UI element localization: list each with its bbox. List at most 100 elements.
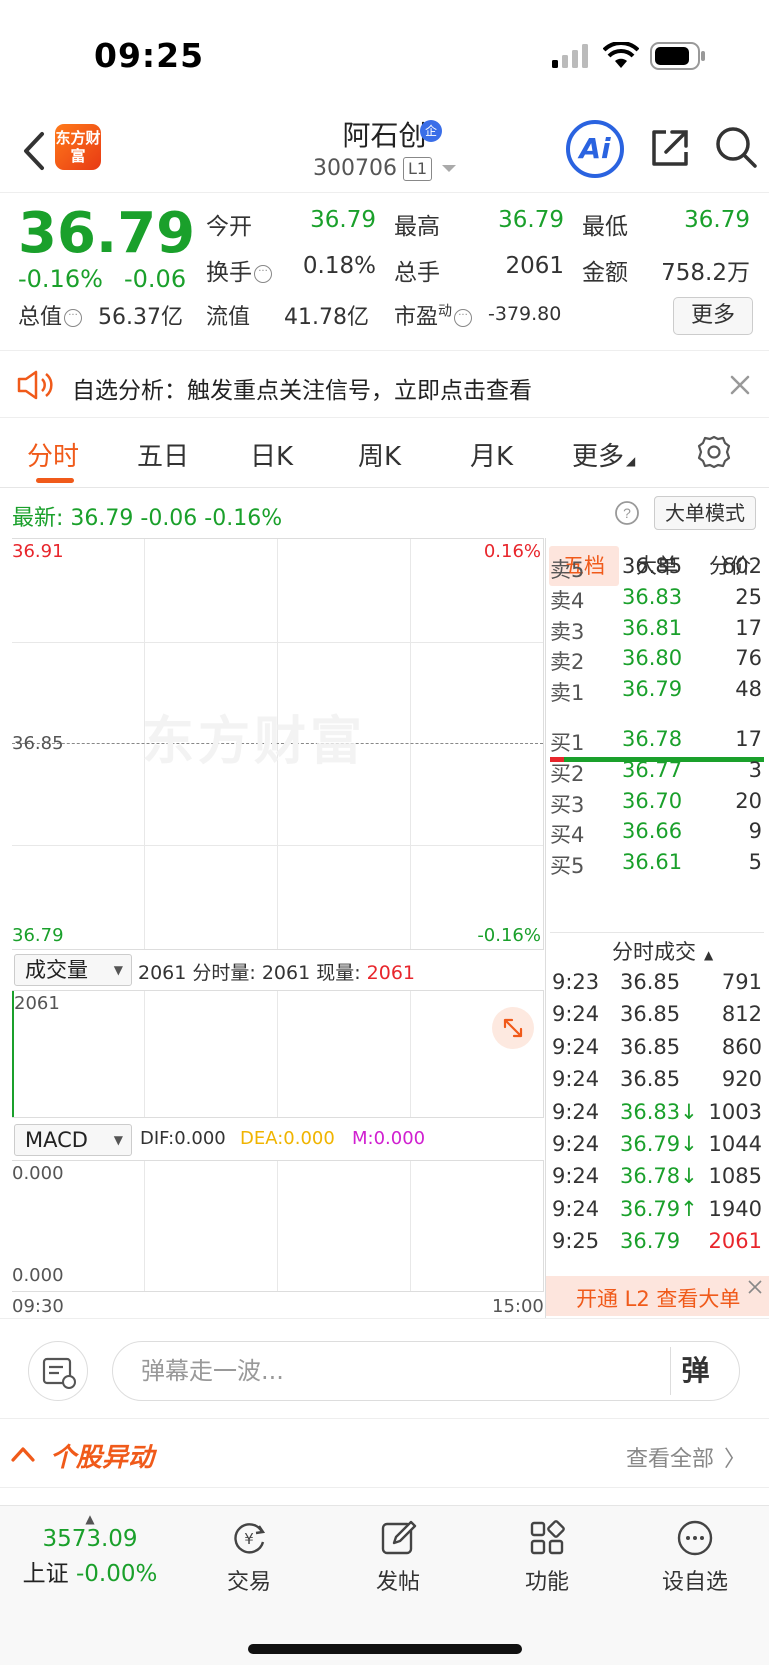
buy-order-row: 买1 36.78 17 xyxy=(550,725,764,757)
stock-code: 300706 xyxy=(312,156,397,181)
price-axis-bottom: 36.79 xyxy=(12,925,64,946)
grid-line xyxy=(12,845,543,846)
home-indicator xyxy=(248,1644,522,1654)
indicator-selector-macd[interactable]: MACD ▼ xyxy=(14,1124,132,1156)
tick-volume: 812 xyxy=(721,1002,762,1027)
order-price: 36.81 xyxy=(622,615,683,640)
danmu-bar: 弹幕走一波... 弹 xyxy=(0,1318,769,1418)
danmu-settings-button[interactable] xyxy=(28,1341,88,1401)
tick-time: 9:24 xyxy=(552,1164,600,1189)
active-tab-indicator xyxy=(36,478,74,483)
tick-price: 36.85 xyxy=(620,1034,681,1059)
tick-price: 36.85 xyxy=(620,970,681,994)
svg-text:¥: ¥ xyxy=(244,1530,254,1548)
stock-movement-section[interactable]: 个股异动 查看全部〉 xyxy=(0,1418,769,1488)
tab-daily-k[interactable]: 日K xyxy=(250,436,293,473)
panel-divider xyxy=(545,538,546,1318)
macd-dif: DIF:0.000 xyxy=(140,1128,226,1149)
alert-text: 自选分析：触发重点关注信号，立即点击查看 xyxy=(72,378,532,404)
battery-icon xyxy=(650,42,705,70)
more-quote-button[interactable]: 更多 xyxy=(673,297,753,335)
speaker-icon xyxy=(17,370,53,400)
order-price: 36.83 xyxy=(622,584,683,609)
tick-volume: 1044 xyxy=(708,1132,762,1156)
amount-value: 758.2万 xyxy=(661,260,750,286)
quote-panel: 36.79 -0.16% -0.06 今开 36.79 最高 36.79 最低 … xyxy=(0,192,769,350)
tick-volume: 1003 xyxy=(708,1099,762,1124)
turnover-label[interactable]: 换手 ··· xyxy=(206,253,272,287)
big-order-mode-button[interactable]: 大单模式 xyxy=(654,496,756,530)
tab-more[interactable]: 更多 ◢ xyxy=(572,436,635,473)
status-bar: 09:25 xyxy=(0,0,769,110)
info-icon: ··· xyxy=(454,309,473,327)
nav-post[interactable]: 发帖 xyxy=(333,1518,463,1596)
tick-price: 36.79 xyxy=(620,1229,681,1254)
tick-time: 9:24 xyxy=(552,1099,600,1124)
tick-time: 9:24 xyxy=(552,1132,600,1156)
watchlist-alert-banner[interactable]: 自选分析：触发重点关注信号，立即点击查看 xyxy=(0,350,769,418)
order-volume: 602 xyxy=(721,554,762,578)
tick-time: 9:23 xyxy=(552,970,600,994)
change-amount: -0.06 xyxy=(124,265,187,293)
dropdown-arrow-icon: ▼ xyxy=(113,963,123,977)
market-cap-label[interactable]: 总值 ··· xyxy=(18,299,83,331)
tab-five-day[interactable]: 五日 xyxy=(137,436,189,473)
ticks-title[interactable]: 分时成交 ▲ xyxy=(612,936,713,966)
order-volume: 20 xyxy=(735,788,762,813)
pe-value: -379.80 xyxy=(488,303,562,325)
search-icon[interactable] xyxy=(713,124,759,170)
open-label: 今开 xyxy=(206,214,252,240)
caret-up-icon: ▲ xyxy=(85,1512,95,1526)
index-change: -0.00% xyxy=(75,1561,158,1587)
tick-row: 9:24 36.85 860 xyxy=(550,1033,764,1067)
pe-label[interactable]: 市盈动 ··· xyxy=(394,299,473,331)
nav-add-watchlist[interactable]: 设自选 xyxy=(630,1518,760,1596)
gear-icon[interactable] xyxy=(696,434,732,470)
ai-assistant-button[interactable]: Ai xyxy=(566,120,624,178)
order-price: 36.79 xyxy=(622,677,683,702)
tick-volume: 860 xyxy=(721,1034,762,1059)
last-price: 36.79 xyxy=(18,201,196,266)
tick-volume: 920 xyxy=(721,1067,762,1092)
time-axis-end: 15:00 xyxy=(492,1296,544,1317)
buy-order-row: 买4 36.66 9 xyxy=(550,817,764,849)
tick-row: 9:24 36.83↓ 1003 xyxy=(550,1098,764,1132)
order-volume: 3 xyxy=(748,757,762,782)
buy-order-row: 买3 36.70 20 xyxy=(550,787,764,819)
bottom-navigation: ▲ 3573.09 上证 -0.00% ¥ 交易 发帖 功能 设自选 xyxy=(0,1505,769,1665)
intraday-price-chart[interactable]: 东方财富 36.91 0.16% 36.85 36.79 -0.16% xyxy=(12,538,544,950)
danmu-toggle-button[interactable]: 弹 xyxy=(670,1347,720,1395)
grid-line xyxy=(144,1161,145,1291)
close-icon[interactable] xyxy=(726,371,754,399)
tick-time: 9:25 xyxy=(552,1229,600,1254)
caret-up-icon: ▲ xyxy=(704,948,714,962)
sell-order-row: 卖3 36.81 17 xyxy=(550,614,764,646)
tab-monthly-k[interactable]: 月K xyxy=(470,436,513,473)
view-all-link[interactable]: 查看全部〉 xyxy=(626,1441,746,1473)
close-icon[interactable] xyxy=(746,1278,764,1296)
watermark: 东方财富 xyxy=(142,712,367,772)
l2-upgrade-banner[interactable]: 开通 L2 查看大单 xyxy=(546,1276,769,1316)
tab-intraday[interactable]: 分时 xyxy=(27,436,79,473)
volume-value: 2061 xyxy=(505,253,564,279)
indicator-selector-volume[interactable]: 成交量 ▼ xyxy=(14,954,132,986)
order-volume: 76 xyxy=(735,646,762,671)
order-volume: 17 xyxy=(735,615,762,640)
index-ticker[interactable]: ▲ 3573.09 上证 -0.00% xyxy=(20,1512,160,1588)
share-icon[interactable] xyxy=(648,126,692,170)
expand-button[interactable] xyxy=(492,1007,534,1049)
pct-axis-top: 0.16% xyxy=(483,541,541,562)
tick-time: 9:24 xyxy=(552,1002,600,1027)
latest-quote-line: 最新: 36.79 -0.06 -0.16% xyxy=(12,506,283,531)
order-volume: 25 xyxy=(735,584,762,609)
tick-price: 36.78↓ xyxy=(620,1164,698,1189)
help-icon[interactable]: ? xyxy=(614,500,640,526)
macd-chart[interactable]: 0.000 0.000 xyxy=(12,1160,544,1292)
tick-row: 9:24 36.85 812 xyxy=(550,1000,764,1034)
tab-weekly-k[interactable]: 周K xyxy=(358,436,401,473)
price-axis-top: 36.91 xyxy=(12,541,64,562)
volume-chart[interactable]: 2061 xyxy=(12,990,544,1118)
nav-functions[interactable]: 功能 xyxy=(482,1518,612,1596)
danmu-input[interactable]: 弹幕走一波... xyxy=(112,1341,740,1401)
nav-trade[interactable]: ¥ 交易 xyxy=(184,1518,314,1596)
